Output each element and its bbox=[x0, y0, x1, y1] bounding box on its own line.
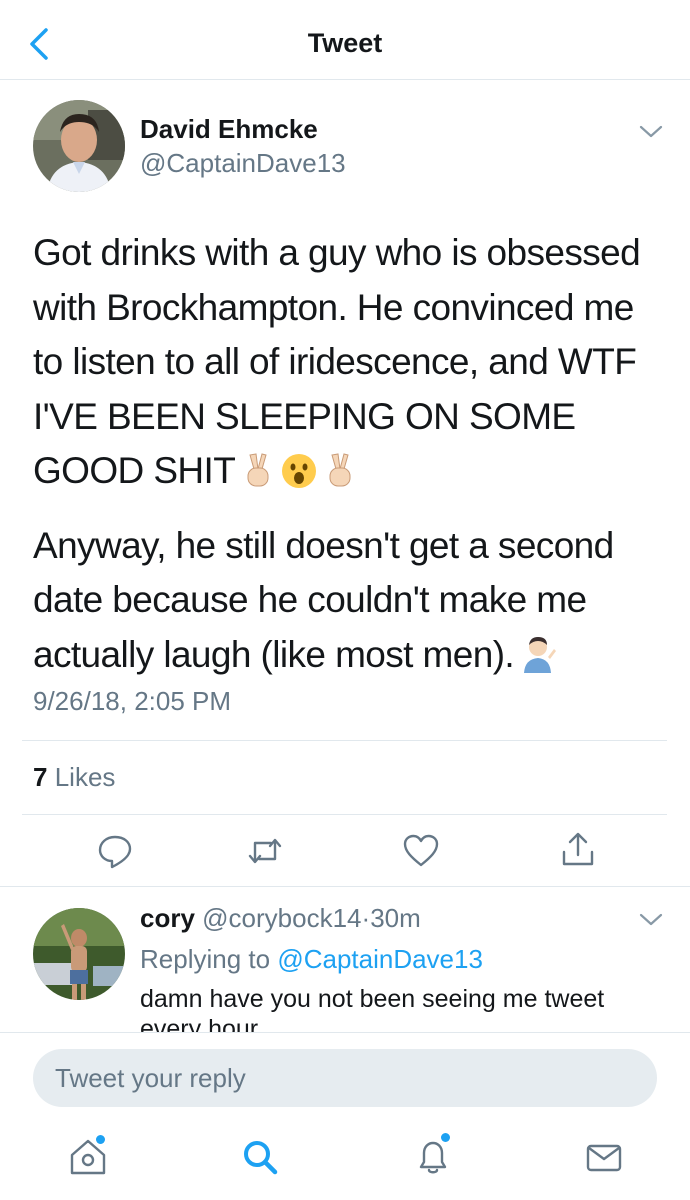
chevron-down-icon[interactable] bbox=[638, 124, 664, 140]
replying-to-line: Replying to @CaptainDave13 bbox=[140, 944, 483, 975]
likes-count[interactable]: 7 Likes bbox=[33, 762, 115, 793]
reply-separator: · bbox=[361, 903, 371, 933]
tweet-paragraph-1: Got drinks with a guy who is obsessed wi… bbox=[33, 226, 663, 505]
victory-hand-emoji-icon bbox=[241, 450, 275, 505]
reply-author-name: cory bbox=[140, 903, 195, 933]
divider bbox=[0, 886, 690, 887]
divider bbox=[22, 814, 667, 815]
home-notification-dot bbox=[96, 1135, 105, 1144]
messages-icon[interactable] bbox=[582, 1135, 626, 1179]
nav-bar: Tweet bbox=[0, 0, 690, 80]
reply-input[interactable]: Tweet your reply bbox=[33, 1049, 657, 1107]
author-handle[interactable]: @CaptainDave13 bbox=[140, 148, 346, 179]
person-tipping-hand-emoji-icon bbox=[520, 633, 558, 689]
notifications-icon[interactable] bbox=[411, 1135, 455, 1179]
reply-time: 30m bbox=[370, 903, 421, 933]
author-avatar[interactable] bbox=[33, 100, 125, 192]
reply-author-handle: @corybock14 bbox=[202, 903, 362, 933]
author-name[interactable]: David Ehmcke bbox=[140, 114, 318, 145]
reply-text: damn have you not been seeing me tweet e… bbox=[140, 985, 605, 1032]
share-icon[interactable] bbox=[558, 830, 598, 870]
replying-to-label: Replying to bbox=[140, 944, 271, 974]
astonished-face-emoji-icon bbox=[281, 450, 317, 505]
page-title: Tweet bbox=[307, 28, 383, 58]
reply-icon[interactable] bbox=[95, 831, 135, 871]
tweet-timestamp: 9/26/18, 2:05 PM bbox=[33, 686, 232, 716]
replying-to-handle-link[interactable]: @CaptainDave13 bbox=[277, 944, 483, 974]
search-icon[interactable] bbox=[238, 1135, 282, 1179]
reply-author-avatar[interactable] bbox=[33, 908, 125, 1000]
tweet-paragraph-2: Anyway, he still doesn't get a second da… bbox=[33, 519, 663, 689]
reply-author-line[interactable]: cory @corybock14·30m bbox=[140, 903, 421, 934]
like-icon[interactable] bbox=[401, 831, 441, 871]
divider bbox=[22, 740, 667, 741]
notifications-notification-dot bbox=[441, 1133, 450, 1142]
victory-hand-emoji-icon bbox=[323, 450, 357, 505]
likes-number: 7 bbox=[33, 762, 48, 792]
likes-label: Likes bbox=[54, 762, 116, 792]
retweet-icon[interactable] bbox=[245, 831, 285, 871]
chevron-down-icon[interactable] bbox=[638, 912, 664, 928]
tweet-text: Got drinks with a guy who is obsessed wi… bbox=[33, 226, 663, 688]
